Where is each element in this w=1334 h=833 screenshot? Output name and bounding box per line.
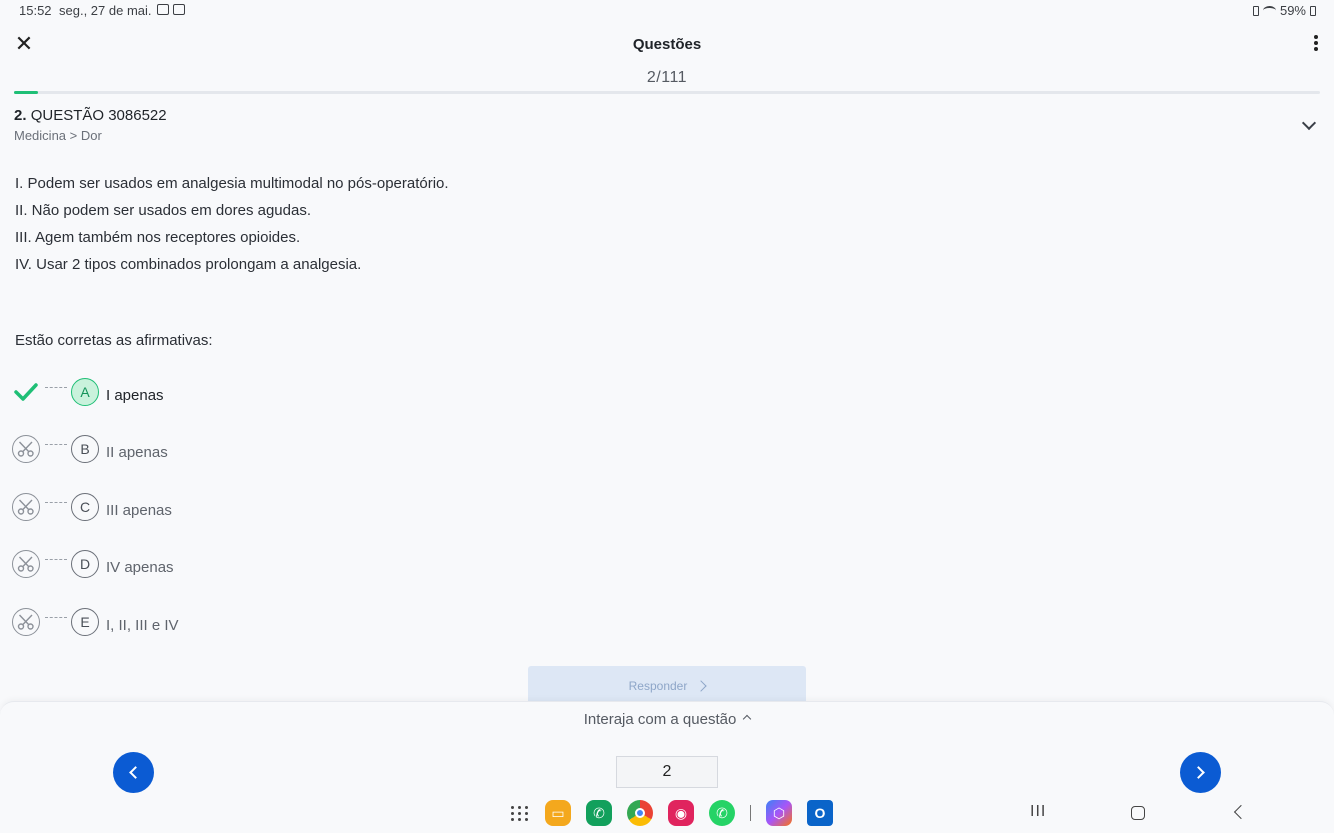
chevron-up-icon <box>743 714 752 724</box>
chevron-right-icon <box>1192 766 1205 779</box>
option-text: II apenas <box>106 443 168 461</box>
option-text: III apenas <box>106 501 172 519</box>
phone-app-icon[interactable]: ✆ <box>586 800 612 826</box>
responder-button[interactable]: Responder <box>528 666 806 706</box>
option-e[interactable]: E I, II, III e IV <box>12 607 512 637</box>
question-number: 2. <box>14 107 27 124</box>
option-letter: D <box>71 550 99 578</box>
progress-bar <box>14 91 1320 94</box>
check-icon <box>12 378 40 406</box>
app-dock: ▭ ✆ ◉ ✆ ⬡ O <box>510 800 833 826</box>
notification-icons <box>157 4 185 15</box>
option-text: I apenas <box>106 386 164 404</box>
dash-connector <box>45 443 67 445</box>
calendar-notification-icon <box>173 4 185 15</box>
statements-list: I. Podem ser usados em analgesia multimo… <box>15 170 449 278</box>
wifi-icon <box>1262 6 1276 15</box>
interact-toggle[interactable]: Interaja com a questão <box>0 711 1334 728</box>
status-date: seg., 27 de mai. <box>59 3 152 18</box>
option-b[interactable]: B II apenas <box>12 434 512 464</box>
battery-saver-icon <box>1252 5 1259 16</box>
statement-item: IV. Usar 2 tipos combinados prolongam a … <box>15 256 362 273</box>
statement-item: III. Agem também nos receptores opioides… <box>15 229 301 246</box>
breadcrumb: Medicina > Dor <box>14 128 102 143</box>
scissors-icon[interactable] <box>12 608 40 636</box>
outlook-icon[interactable]: O <box>807 800 833 826</box>
dock-divider <box>750 805 751 821</box>
home-icon[interactable] <box>1131 806 1145 820</box>
my-files-icon[interactable]: ▭ <box>545 800 571 826</box>
question-number-input[interactable] <box>616 756 718 788</box>
battery-icon <box>1310 5 1316 16</box>
scissors-icon[interactable] <box>12 435 40 463</box>
option-text: I, II, III e IV <box>106 616 179 634</box>
dash-connector <box>45 616 67 618</box>
option-c[interactable]: C III apenas <box>12 492 512 522</box>
gallery-notification-icon <box>157 4 169 15</box>
chevron-right-icon <box>695 680 708 692</box>
more-options-icon[interactable] <box>1312 34 1320 54</box>
battery-level: 59% <box>1279 3 1306 18</box>
dash-connector <box>45 386 67 388</box>
chrome-icon[interactable] <box>627 800 653 826</box>
statement-item: II. Não podem ser usados em dores agudas… <box>15 202 312 219</box>
option-letter: A <box>71 378 99 406</box>
screen-recorder-icon[interactable]: ◉ <box>668 800 694 826</box>
dash-connector <box>45 558 67 560</box>
dash-connector <box>45 501 67 503</box>
status-bar: 15:52 seg., 27 de mai. 59% <box>0 0 1334 22</box>
option-a[interactable]: A I apenas <box>12 377 512 407</box>
app-drawer-icon[interactable] <box>510 803 530 823</box>
chevron-down-icon[interactable] <box>1301 115 1317 131</box>
responder-label: Responder <box>628 679 688 693</box>
scissors-icon[interactable] <box>12 493 40 521</box>
option-letter: B <box>71 435 99 463</box>
previous-question-button[interactable] <box>113 752 154 793</box>
status-time: 15:52 <box>19 3 52 18</box>
question-prompt: Estão corretas as afirmativas: <box>15 332 213 349</box>
recents-icon[interactable]: III <box>1030 803 1046 821</box>
whatsapp-icon[interactable]: ✆ <box>709 800 735 826</box>
progress-fill <box>14 91 38 94</box>
question-code: QUESTÃO 3086522 <box>30 107 167 124</box>
page-title: Questões <box>632 36 702 53</box>
copilot-icon[interactable]: ⬡ <box>766 800 792 826</box>
option-text: IV apenas <box>106 558 174 576</box>
option-letter: C <box>71 493 99 521</box>
chevron-left-icon <box>129 766 142 779</box>
interact-label: Interaja com a questão <box>583 711 737 728</box>
question-title: 2. QUESTÃO 3086522 <box>14 107 167 124</box>
option-d[interactable]: D IV apenas <box>12 549 512 579</box>
question-counter: 2/111 <box>646 69 688 86</box>
next-question-button[interactable] <box>1180 752 1221 793</box>
option-letter: E <box>71 608 99 636</box>
status-right: 59% <box>1252 3 1316 18</box>
scissors-icon[interactable] <box>12 550 40 578</box>
statement-item: I. Podem ser usados em analgesia multimo… <box>15 175 449 192</box>
